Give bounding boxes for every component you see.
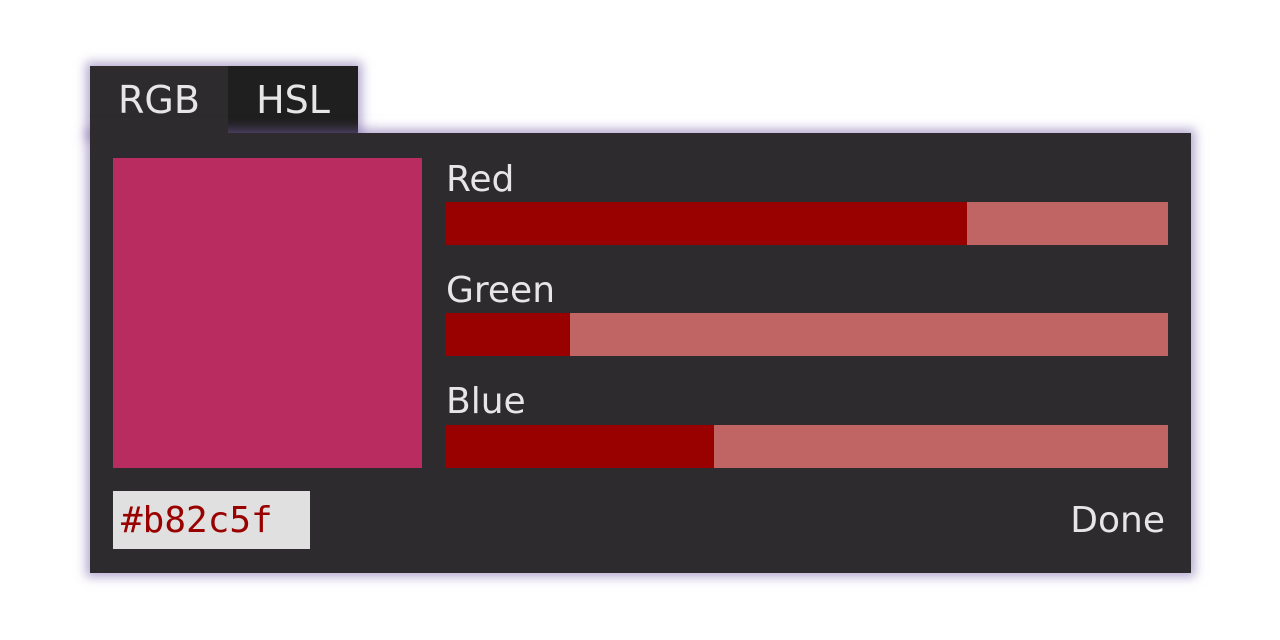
red-slider[interactable] (445, 202, 1168, 245)
red-label: Red (446, 159, 515, 200)
blue-slider-fill (445, 425, 715, 468)
green-label: Green (446, 270, 556, 311)
tab-hsl[interactable]: HSL (228, 66, 358, 134)
color-swatch (113, 158, 422, 468)
green-slider-fill (445, 313, 570, 356)
done-button[interactable]: Done (1070, 500, 1165, 541)
hex-input[interactable]: #b82c5f (113, 491, 310, 549)
blue-label: Blue (446, 381, 526, 422)
blue-slider[interactable] (445, 425, 1168, 468)
tab-connector (90, 120, 228, 140)
red-slider-fill (445, 202, 967, 245)
color-picker-dialog: RGB HSL Red Green Blue #b82c5f Done (0, 0, 1280, 640)
green-slider[interactable] (445, 313, 1168, 356)
